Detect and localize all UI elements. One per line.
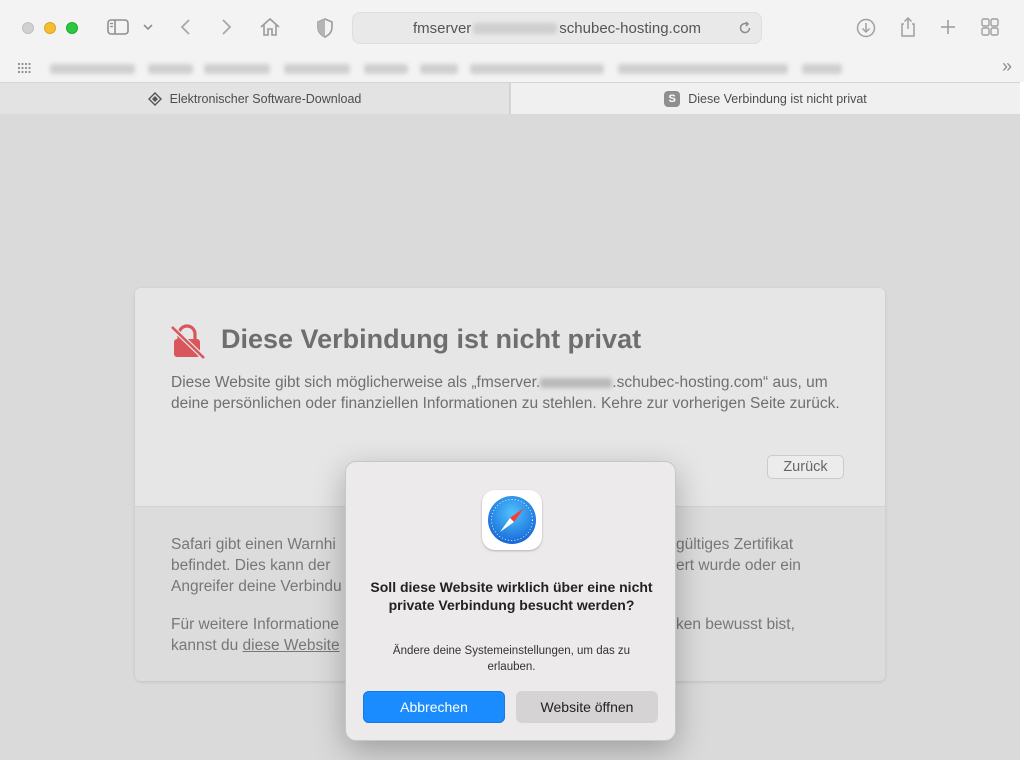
home-icon[interactable] bbox=[258, 15, 282, 39]
bookmarks-overflow-icon[interactable]: » bbox=[1002, 56, 1012, 77]
favicon-icon bbox=[147, 91, 162, 106]
tab-software-download[interactable]: Elektronischer Software-Download bbox=[0, 83, 510, 114]
tab-not-private[interactable]: S Diese Verbindung ist nicht privat bbox=[511, 83, 1020, 114]
bookmarks-bar: » bbox=[0, 56, 1024, 82]
details-line-2-left: befindet. Dies kann der bbox=[171, 557, 331, 574]
window-edge bbox=[1020, 82, 1024, 760]
tab-label: Diese Verbindung ist nicht privat bbox=[688, 91, 867, 106]
details-line-3-left: Angreifer deine Verbindu bbox=[171, 578, 342, 595]
bookmark-item[interactable] bbox=[470, 64, 604, 74]
tab-bar: Elektronischer Software-Download S Diese… bbox=[0, 82, 1020, 114]
bookmark-item[interactable] bbox=[618, 64, 788, 74]
visit-website-link[interactable]: diese Website bbox=[243, 637, 340, 654]
favicon-letter: S bbox=[664, 90, 681, 107]
back-icon[interactable] bbox=[176, 16, 196, 38]
details-line-5-text: kannst du bbox=[171, 637, 239, 654]
url-field[interactable]: fmserver schubec-hosting.com bbox=[352, 12, 762, 44]
window-maximize-button[interactable] bbox=[66, 22, 78, 34]
url-redacted-segment bbox=[473, 22, 558, 34]
details-line-4-right: ken bewusst bist, bbox=[676, 616, 795, 633]
dialog-title: Soll diese Website wirklich über eine ni… bbox=[370, 579, 653, 613]
bookmark-item[interactable] bbox=[284, 64, 350, 74]
warning-title: Diese Verbindung ist nicht privat bbox=[221, 324, 642, 354]
cancel-button[interactable]: Abbrechen bbox=[363, 691, 505, 723]
tab-label: Elektronischer Software-Download bbox=[169, 91, 362, 106]
safari-compass-icon bbox=[482, 490, 542, 550]
forward-icon[interactable] bbox=[216, 16, 236, 38]
confirm-dialog: Soll diese Website wirklich über eine ni… bbox=[345, 461, 676, 741]
bookmark-item[interactable] bbox=[420, 64, 458, 74]
bookmark-item[interactable] bbox=[204, 64, 270, 74]
window-minimize-button[interactable] bbox=[44, 22, 56, 34]
new-tab-icon[interactable] bbox=[938, 17, 958, 37]
bookmark-item[interactable] bbox=[364, 64, 408, 74]
dialog-message: Ändere deine Systemeinstellungen, um das… bbox=[392, 645, 631, 673]
warning-message: Diese Website gibt sich möglicherweise a… bbox=[171, 372, 861, 414]
warning-text-part1: Diese Website gibt sich möglicherweise a… bbox=[171, 374, 541, 391]
url-prefix: fmserver bbox=[412, 19, 472, 37]
details-line-5: kannst du diese Website bbox=[171, 635, 340, 656]
sidebar-toggle-icon[interactable] bbox=[106, 17, 130, 37]
url-suffix: schubec-hosting.com bbox=[559, 19, 702, 37]
details-line-1-left: Safari gibt einen Warnhi bbox=[171, 536, 336, 553]
open-website-button[interactable]: Website öffnen bbox=[516, 691, 658, 723]
back-button[interactable]: Zurück bbox=[767, 455, 844, 479]
browser-toolbar: fmserver schubec-hosting.com bbox=[0, 0, 1024, 56]
chevron-down-icon[interactable] bbox=[141, 20, 155, 34]
tab-overview-icon[interactable] bbox=[980, 17, 1000, 37]
reload-icon[interactable] bbox=[737, 20, 753, 40]
window-close-button[interactable] bbox=[22, 22, 34, 34]
bookmark-item[interactable] bbox=[50, 64, 135, 74]
privacy-shield-icon[interactable] bbox=[315, 17, 335, 39]
details-line-1-right: gültiges Zertifikat bbox=[676, 536, 794, 553]
apps-grid-icon[interactable] bbox=[17, 61, 31, 79]
share-icon[interactable] bbox=[898, 15, 918, 39]
details-line-4-left: Für weitere Informatione bbox=[171, 616, 339, 633]
bookmark-item[interactable] bbox=[802, 64, 842, 74]
downloads-icon[interactable] bbox=[855, 17, 877, 39]
bookmark-item[interactable] bbox=[148, 64, 193, 74]
host-redacted-segment bbox=[540, 377, 613, 388]
lock-broken-icon bbox=[169, 324, 207, 365]
details-line-2-right: ert wurde oder ein bbox=[676, 557, 801, 574]
tab-s-icon: S bbox=[664, 90, 681, 107]
